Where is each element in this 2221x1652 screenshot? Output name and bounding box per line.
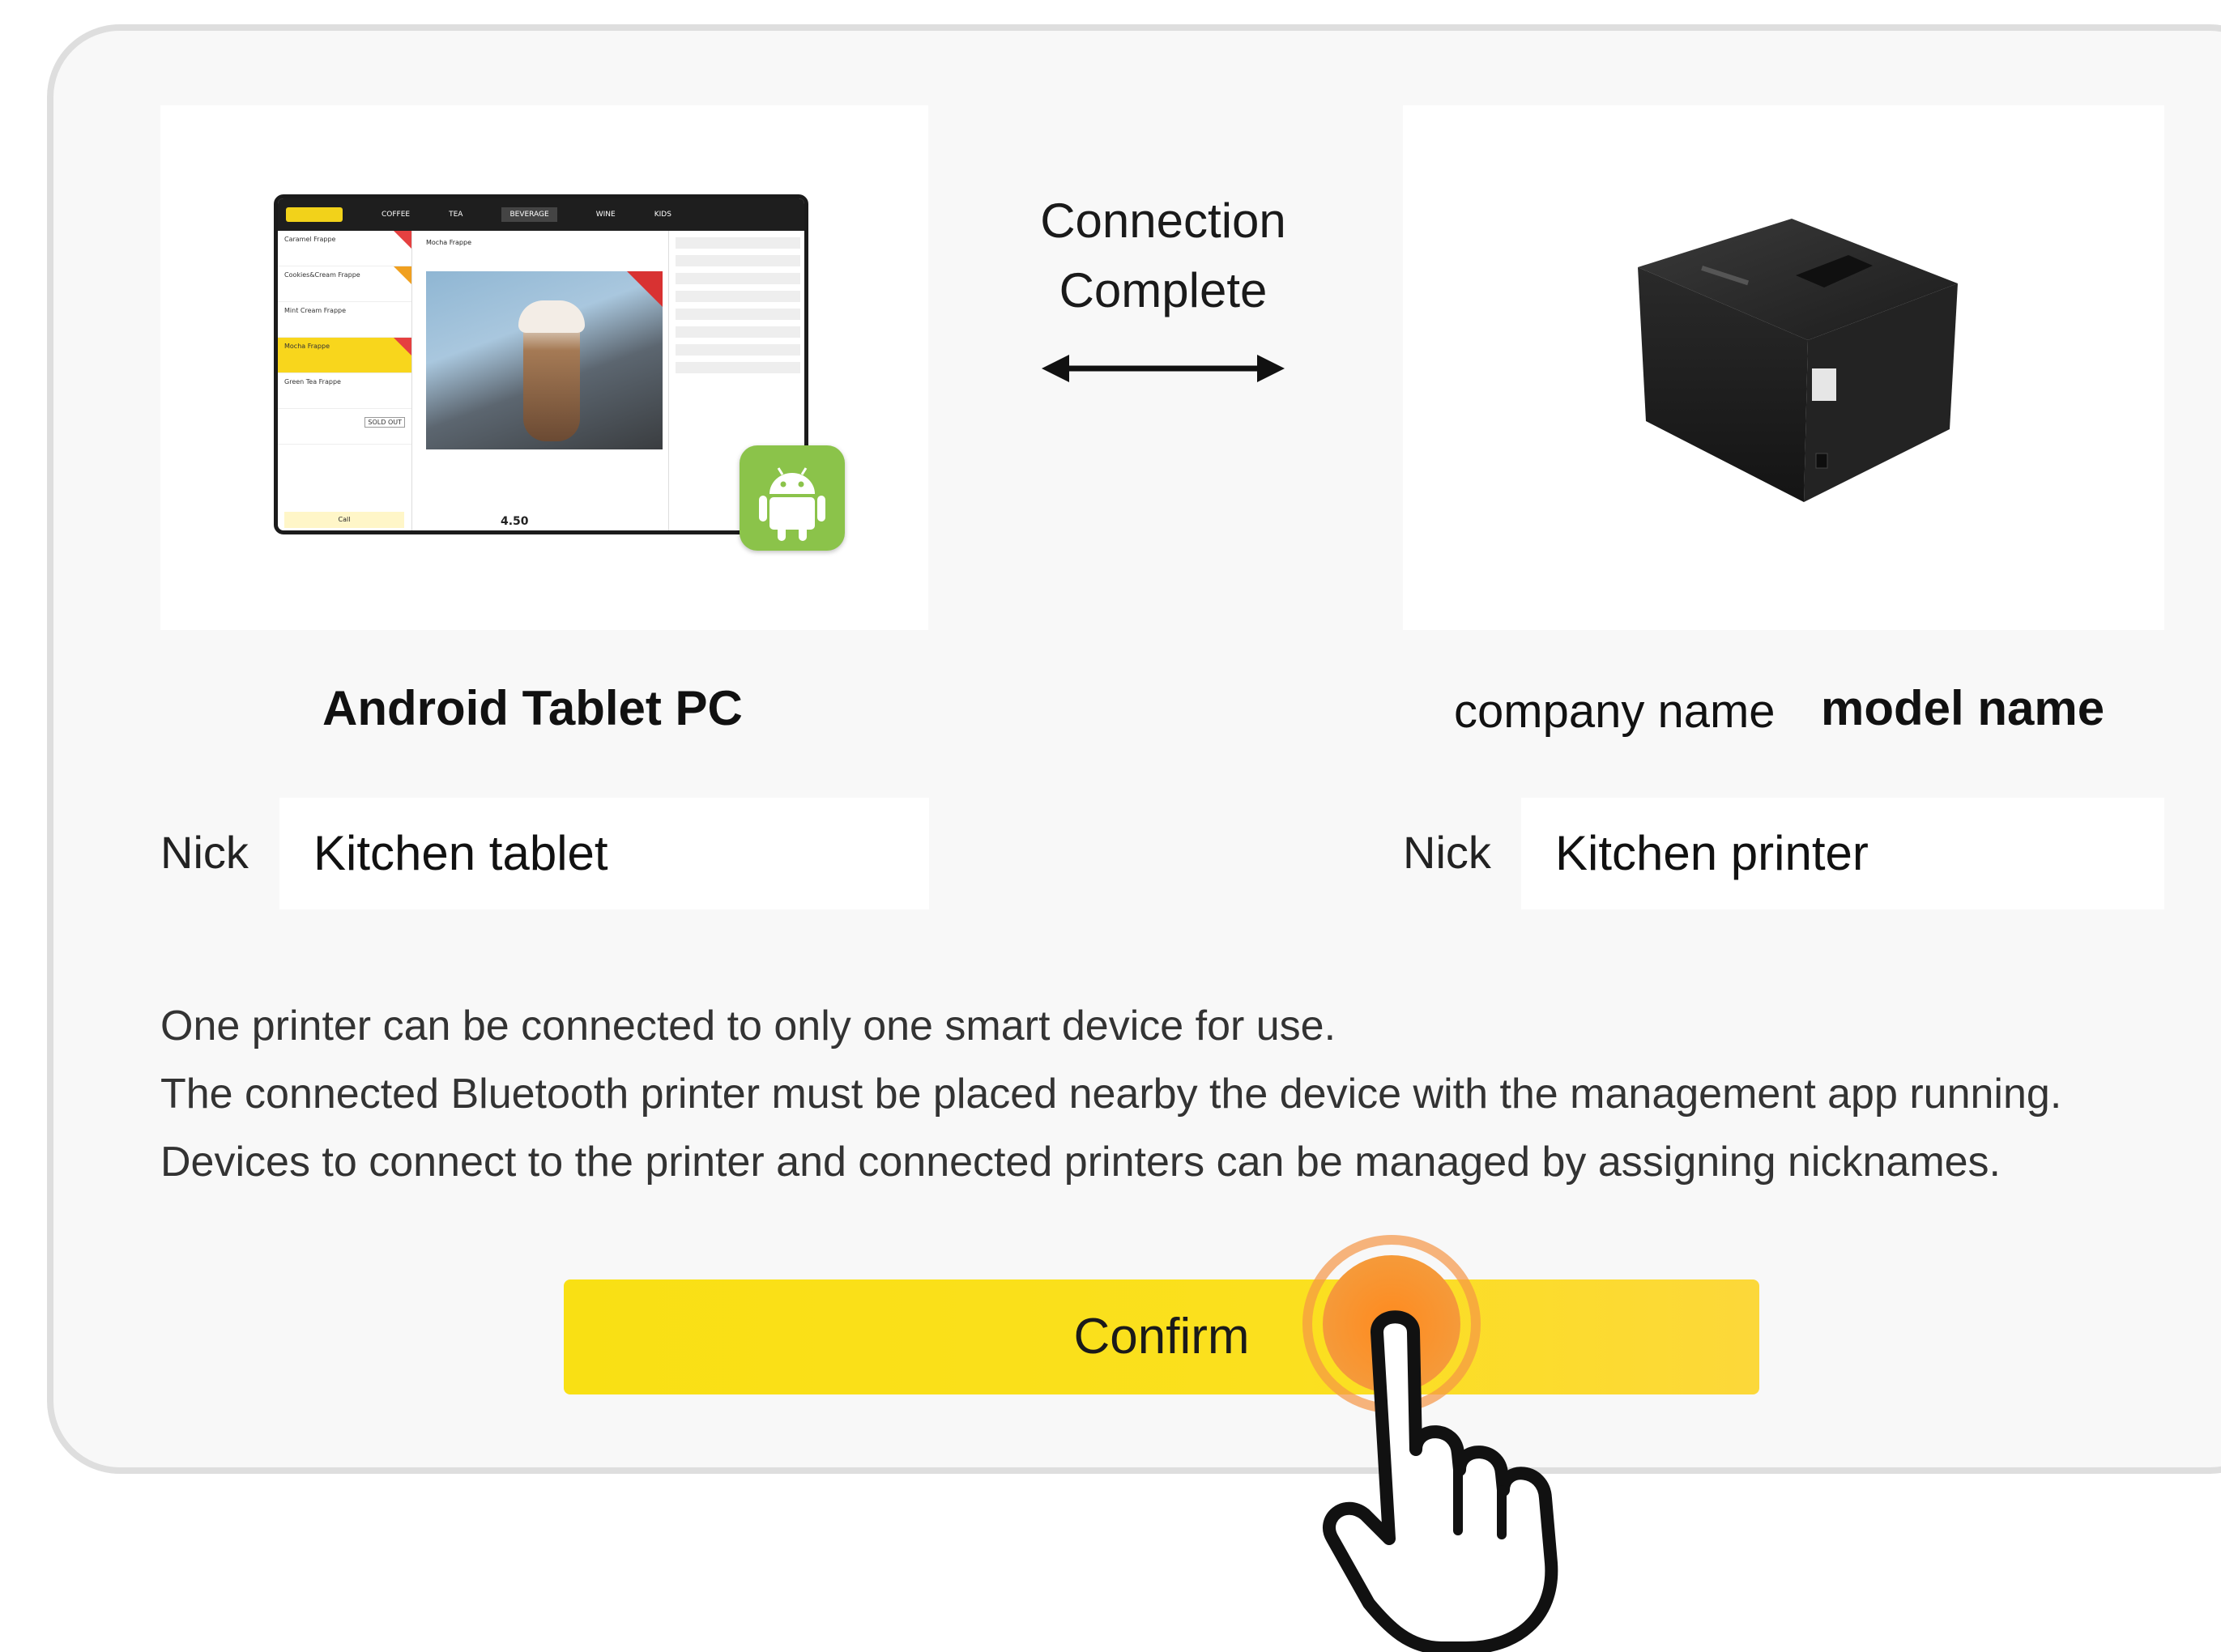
tablet-mockup-tab: COFFEE <box>382 211 411 219</box>
tablet-nickname-input[interactable] <box>279 798 929 909</box>
tablet-mockup-menu-item: Mint Cream Frappe <box>278 302 411 338</box>
tablet-mockup-tab: TEA <box>449 211 463 219</box>
double-arrow-icon <box>1042 355 1285 382</box>
tablet-mockup-tab: WINE <box>595 211 616 219</box>
connection-status-line2: Complete <box>1059 263 1268 317</box>
android-icon <box>740 445 845 551</box>
tablet-mockup-image: COFFEE TEA BEVERAGE WINE KIDS Caramel Fr… <box>274 194 808 534</box>
printer-company-name: company name <box>1454 685 1776 738</box>
tablet-mockup-menu-item: SOLD OUT <box>278 409 411 445</box>
tablet-mockup-menu-list: Caramel Frappe Cookies&Cream Frappe Mint… <box>278 231 412 530</box>
tablet-mockup-detail: Mocha Frappe 4.50 <box>420 231 663 530</box>
connection-status-text: Connection Complete <box>993 186 1333 326</box>
printer-model-name: model name <box>1821 681 2105 735</box>
thermal-printer-image <box>1638 219 1958 502</box>
tablet-mockup-topbar: COFFEE TEA BEVERAGE WINE KIDS <box>278 198 804 231</box>
tablet-mockup-menu-item: Cookies&Cream Frappe <box>278 266 411 302</box>
tablet-mockup-logo <box>286 207 343 222</box>
tablet-mockup-menu-item: Mocha Frappe <box>278 338 411 373</box>
tablet-mockup-price: 4.50 <box>501 515 529 528</box>
info-line: The connected Bluetooth printer must be … <box>160 1071 2062 1118</box>
tablet-mockup-detail-title: Mocha Frappe <box>426 239 471 246</box>
tablet-mockup-menu-item: Green Tea Frappe <box>278 373 411 409</box>
tablet-mockup-tab: BEVERAGE <box>501 207 557 222</box>
connection-status-line1: Connection <box>1040 194 1286 248</box>
tablet-mockup-tab: KIDS <box>654 211 671 219</box>
info-line: One printer can be connected to only one… <box>160 1003 1336 1050</box>
info-line: Devices to connect to the printer and co… <box>160 1139 2001 1186</box>
tablet-mockup-call-button: Call <box>284 512 404 528</box>
tablet-device-title: Android Tablet PC <box>322 681 743 735</box>
info-text: One printer can be connected to only one… <box>160 992 2061 1196</box>
tablet-nick-label: Nick <box>160 827 249 878</box>
tablet-mockup-menu-item: Caramel Frappe <box>278 231 411 266</box>
pointing-hand-icon <box>1323 1310 1558 1652</box>
tablet-mockup-drink-photo <box>426 271 663 449</box>
printer-nick-label: Nick <box>1403 827 1491 878</box>
tablet-image-card: COFFEE TEA BEVERAGE WINE KIDS Caramel Fr… <box>160 105 928 630</box>
printer-image-card <box>1403 105 2164 630</box>
printer-nickname-input[interactable] <box>1521 798 2164 909</box>
